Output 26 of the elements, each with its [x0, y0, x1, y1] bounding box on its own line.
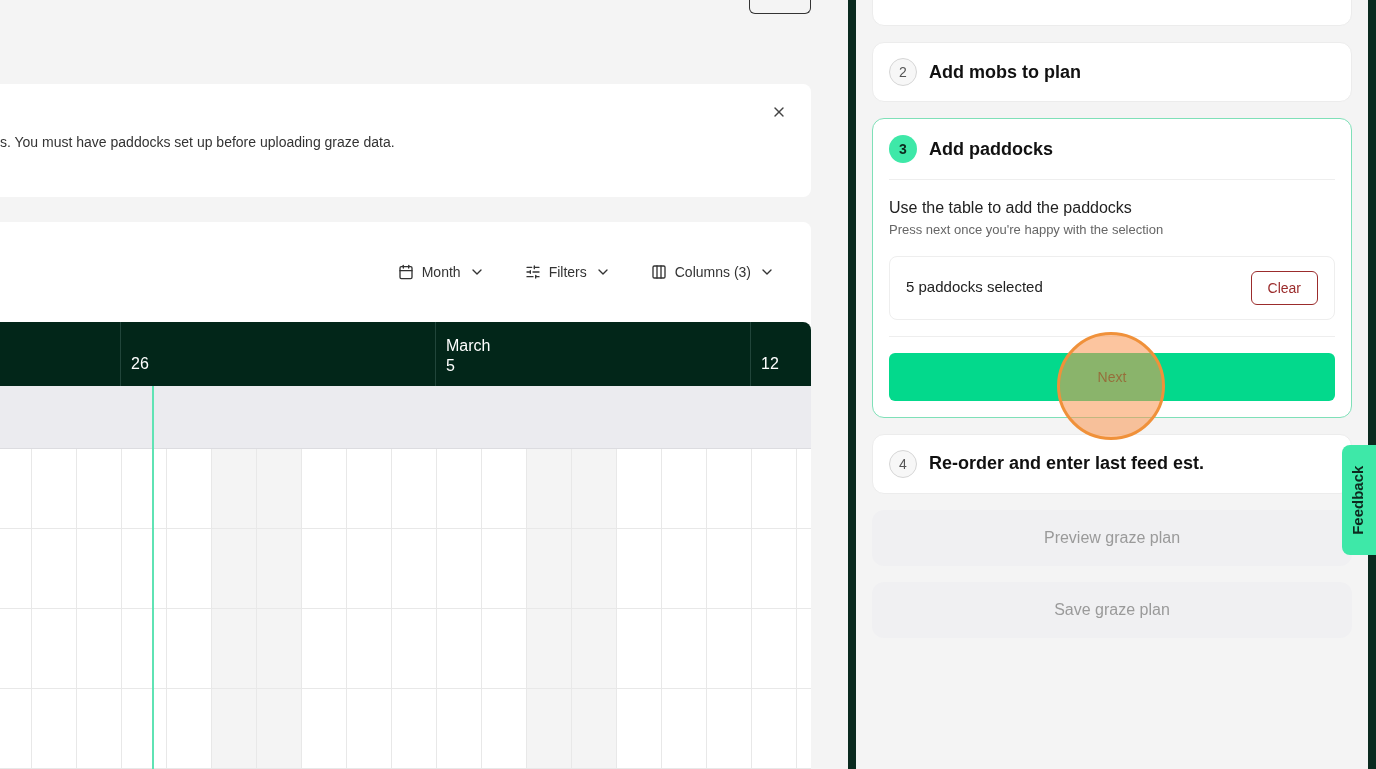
step-title: Add mobs to plan — [929, 60, 1081, 84]
alert-text: s. You must have paddocks set up before uploading graze data. — [0, 133, 395, 152]
day-label: 12 — [761, 354, 779, 374]
filter-sliders-icon — [524, 264, 541, 280]
toolbar-dropdown[interactable]: Columns (3) — [650, 261, 775, 283]
clear-button[interactable]: Clear — [1250, 270, 1318, 305]
columns-icon — [650, 264, 667, 280]
month-label: March — [446, 336, 492, 356]
day-label: 5 — [446, 356, 456, 376]
step-number: 4 — [889, 449, 917, 478]
feedback-tab[interactable]: Feedback — [1342, 445, 1376, 555]
step-number: 2 — [889, 58, 917, 86]
toolbar-dropdown[interactable]: Month — [397, 261, 485, 283]
step-title: Add paddocks — [929, 137, 1053, 161]
day-label: 26 — [131, 354, 149, 374]
step-card[interactable]: 4 Re-order and enter last feed est. — [872, 433, 1352, 494]
calendar-icon — [397, 264, 414, 280]
step-card[interactable]: 3 Add paddocks Use the table to add the paddocks Press next once you're happy with the selection 5 paddocks selected Clear Next — [872, 118, 1352, 418]
step-number: 3 — [889, 135, 917, 163]
toolbar-dropdown[interactable]: Filters — [524, 261, 611, 283]
step-card[interactable]: 2 Add mobs to plan — [872, 42, 1352, 102]
step-title: Re-order and enter last feed est. — [929, 452, 1205, 475]
step-hint: Press next once you're happy with the selection — [889, 221, 1165, 239]
selection-count: 5 paddocks selected — [906, 277, 1043, 298]
outline-button[interactable] — [749, 0, 811, 14]
step-heading: Use the table to add the paddocks — [889, 198, 1133, 218]
